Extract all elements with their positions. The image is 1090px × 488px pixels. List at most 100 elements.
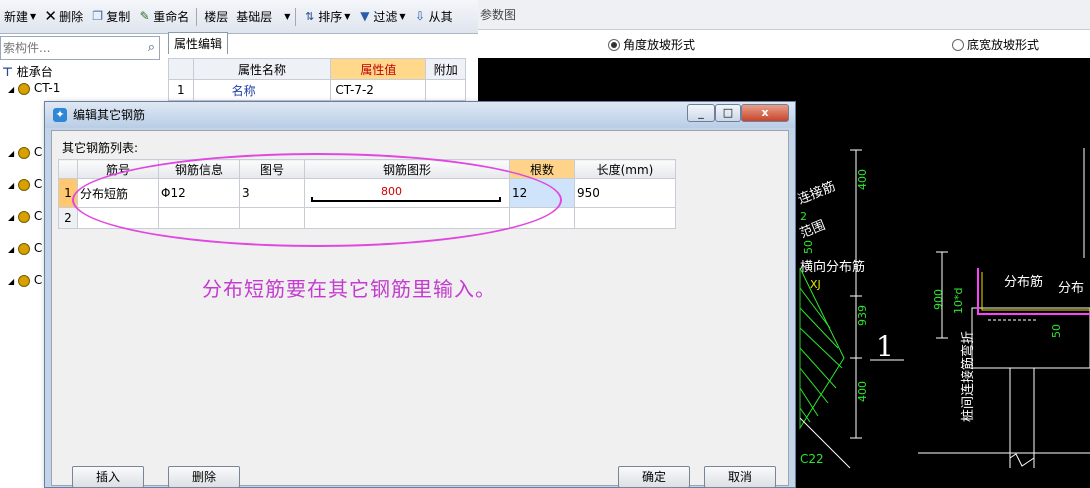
table-row[interactable]: 2 (58, 207, 676, 229)
table-row[interactable]: 1 分布短筋 Φ12 3 800 12 950 (58, 178, 676, 208)
distribution-bar-label: 分布筋 (1004, 274, 1043, 290)
import-icon: ⇩ (415, 9, 426, 23)
dialog-body: 其它钢筋列表: 筋号 钢筋信息 图号 钢筋图形 根数 长度(mm) 1 分布短筋… (51, 130, 789, 488)
floor-select[interactable]: 基础层 ▼ (234, 8, 290, 25)
collapse-arrow-icon: ◢ (8, 85, 15, 94)
minimize-button[interactable]: _ (687, 104, 715, 122)
column-header: 筋号 (77, 159, 159, 179)
column-header: 根数 (509, 159, 575, 179)
copy-button[interactable]: ❐ 复制 (89, 8, 132, 25)
tab-property-edit[interactable]: 属性编辑 (168, 32, 228, 54)
tree-item[interactable]: ◢ C (8, 208, 42, 224)
length-cell[interactable]: 950 (574, 178, 676, 208)
transverse-bar-label: 横向分布筋 (800, 259, 865, 275)
rebar-grid: 筋号 钢筋信息 图号 钢筋图形 根数 长度(mm) 1 分布短筋 Φ12 3 8… (58, 159, 676, 229)
edit-other-rebar-dialog: ✦ 编辑其它钢筋 _ □ x 其它钢筋列表: 筋号 钢筋信息 图号 钢筋图形 根… (44, 101, 796, 488)
component-icon (17, 178, 30, 191)
delete-button[interactable]: ✕ 删除 (42, 8, 85, 25)
delete-row-button[interactable]: 删除 (168, 466, 240, 488)
import-from-button[interactable]: ⇩ 从其 (412, 8, 455, 25)
search-input[interactable] (1, 37, 135, 59)
column-header: 属性值 (330, 58, 427, 80)
component-icon (17, 274, 30, 287)
tree-item[interactable]: ◢ C (8, 240, 42, 256)
column-header: 长度(mm) (574, 159, 676, 179)
count-cell[interactable] (509, 207, 575, 229)
column-header: 钢筋图形 (304, 159, 510, 179)
collapse-arrow-icon: ◢ (8, 245, 15, 254)
component-icon (17, 82, 30, 95)
filter-button[interactable]: ▼ 过滤 ▼ (356, 8, 407, 25)
search-icon[interactable]: ⌕ (148, 40, 155, 55)
bar-no-cell[interactable] (77, 207, 159, 229)
tree-root[interactable]: ⊤ 桩承台 (2, 64, 53, 80)
c22-label: C22 (800, 452, 824, 466)
bar-shape-cell[interactable]: 800 (304, 178, 510, 208)
column-header: 图号 (239, 159, 305, 179)
radio-selected-icon (608, 38, 620, 51)
tree-item[interactable]: ◢ C (8, 176, 42, 192)
rebar-list-label: 其它钢筋列表: (62, 141, 139, 155)
annotation-note: 分布短筋要在其它钢筋里输入。 (202, 277, 496, 301)
bar-info-cell[interactable] (158, 207, 240, 229)
dropdown-arrow-icon: ▼ (399, 12, 406, 21)
insert-button[interactable]: 插入 (72, 466, 144, 488)
dropdown-arrow-icon: ▼ (284, 12, 291, 21)
close-button[interactable]: x (741, 104, 789, 122)
toolbar-divider (196, 7, 198, 26)
dim-2: 2 (800, 210, 807, 223)
bar-info-cell[interactable]: Φ12 (158, 178, 240, 208)
cancel-button[interactable]: 取消 (704, 466, 776, 488)
collapse-arrow-icon: ◢ (8, 149, 15, 158)
radio-angle-slope[interactable]: 角度放坡形式 (608, 36, 695, 53)
table-row[interactable]: 1 名称 CT-7-2 (168, 79, 466, 101)
radio-unselected-icon (952, 38, 964, 51)
length-cell[interactable] (574, 207, 676, 229)
fig-no-cell[interactable]: 3 (239, 178, 305, 208)
section-label: 1 (876, 330, 894, 363)
dialog-button-bar: 插入 删除 确定 取消 (52, 465, 788, 488)
column-header: 属性名称 (192, 58, 332, 80)
property-table: 属性名称 属性值 附加 1 名称 CT-7-2 (168, 58, 466, 101)
ok-button[interactable]: 确定 (618, 466, 690, 488)
bar-shape-drawing (311, 197, 501, 202)
dropdown-arrow-icon: ▼ (344, 12, 351, 21)
dim-939: 939 (856, 305, 869, 326)
fig-no-cell[interactable] (239, 207, 305, 229)
rename-button[interactable]: ✎ 重命名 (136, 8, 191, 25)
xj-label: XJ (810, 278, 821, 291)
dim-400-top: 400 (856, 169, 869, 190)
tree-item[interactable]: ◢ CT-1 (8, 80, 60, 96)
maximize-button[interactable]: □ (715, 104, 741, 122)
column-header: 附加 (425, 58, 466, 80)
toolbar-divider (295, 7, 297, 26)
dialog-titlebar[interactable]: ✦ 编辑其它钢筋 _ □ x (45, 102, 795, 128)
pile-cap-icon: ⊤ (2, 65, 13, 79)
dialog-title: 编辑其它钢筋 (73, 108, 146, 122)
dim-900: 900 (932, 289, 945, 310)
sort-button[interactable]: ⇅ 排序 ▼ (301, 8, 352, 25)
column-header: 钢筋信息 (158, 159, 240, 179)
delete-x-icon: ✕ (44, 7, 57, 25)
count-cell[interactable]: 12 (509, 178, 575, 208)
radio-width-slope[interactable]: 底宽放坡形式 (952, 36, 1039, 53)
bar-shape-cell[interactable] (304, 207, 510, 229)
collapse-arrow-icon: ◢ (8, 213, 15, 222)
tree-item[interactable]: ◢ C (8, 272, 42, 288)
app-logo-icon: ✦ (53, 108, 67, 122)
bar-no-cell[interactable]: 分布短筋 (77, 178, 159, 208)
main-toolbar: 新建 ▼ ✕ 删除 ❐ 复制 ✎ 重命名 楼层 基础层 ▼ ⇅ 排序 ▼ ▼ 过滤 ▼ ⇩ 从其 (0, 0, 478, 34)
new-button[interactable]: 新建 ▼ (2, 8, 38, 25)
distribution-bar-label-2: 分布 (1058, 281, 1084, 296)
dim-50-right: 50 (1050, 324, 1063, 338)
ten-d-label: 10*d (952, 288, 965, 314)
search-box: ⌕ (0, 36, 160, 60)
component-icon (17, 146, 30, 159)
filter-icon: ▼ (360, 9, 370, 23)
tree-item[interactable]: ◢ C (8, 144, 42, 160)
param-options: 角度放坡形式 底宽放坡形式 (478, 30, 1090, 58)
grid-corner (58, 159, 78, 179)
collapse-arrow-icon: ◢ (8, 277, 15, 286)
rename-icon: ✎ (139, 9, 150, 23)
sort-icon: ⇅ (305, 10, 315, 23)
